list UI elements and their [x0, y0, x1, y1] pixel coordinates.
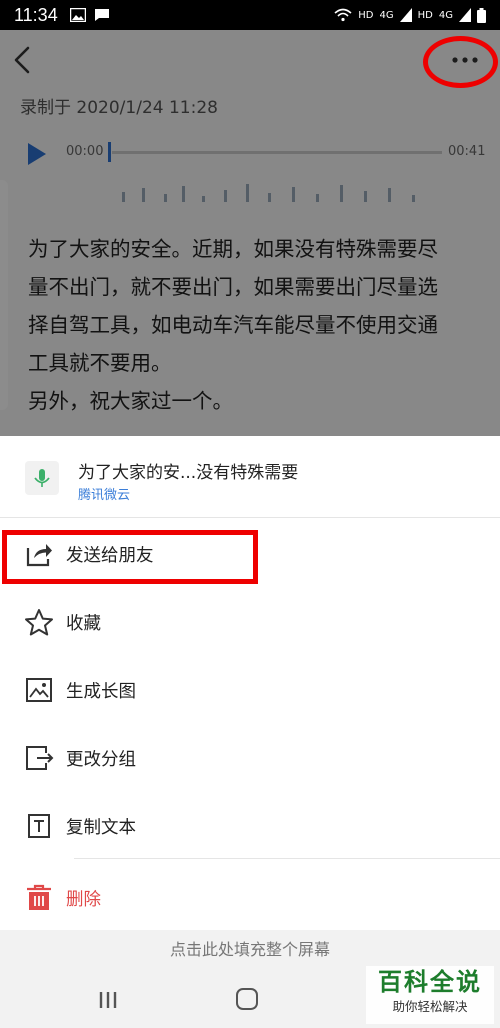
signal-icon-2: [459, 8, 471, 22]
message-icon: [94, 9, 109, 21]
move-group-icon: [26, 746, 54, 770]
microphone-icon: [34, 469, 50, 487]
watermark-subtitle: 助你轻松解决: [392, 999, 468, 1014]
menu-item-generate-long-image[interactable]: 生成长图: [0, 656, 500, 724]
status-bar: 11:34 HD 4G HD 4G: [0, 0, 500, 30]
status-time: 11:34: [14, 4, 58, 25]
audio-player[interactable]: 00:00 00:41: [20, 138, 490, 202]
text-icon: [28, 814, 50, 838]
note-line: 择自驾工具，如电动车汽车能尽量不使用交通: [28, 313, 438, 337]
recent-apps-icon[interactable]: [98, 990, 118, 1010]
hd-label-2: HD: [417, 9, 433, 21]
audio-current-time: 00:00: [66, 144, 104, 159]
trash-icon: [27, 884, 51, 910]
menu-item-label: 删除: [66, 890, 101, 910]
share-sheet: 为了大家的安...没有特殊需要 腾讯微云 发送给朋友 收藏 生成长图 更改分组 …: [0, 436, 500, 968]
menu-item-label: 生成长图: [66, 682, 136, 702]
menu-item-label: 复制文本: [66, 818, 136, 838]
network-label: 4G: [379, 9, 394, 21]
annotation-highlight-box: [2, 530, 258, 584]
annotation-circle: [423, 36, 498, 88]
note-body-text: 为了大家的安全。近期，如果没有特殊需要尽 量不出门，就不要出门，如果需要出门尽量…: [28, 230, 478, 420]
note-line: 量不出门，就不要出门，如果需要出门尽量选: [28, 275, 438, 299]
back-arrow-icon[interactable]: [10, 42, 38, 78]
battery-icon: [477, 7, 486, 23]
network-label-2: 4G: [438, 9, 453, 21]
menu-item-label: 更改分组: [66, 750, 136, 770]
watermark-logo: 百科全说 助你轻松解决: [366, 966, 494, 1024]
watermark-title: 百科全说: [378, 968, 482, 996]
share-sheet-source: 腾讯微云: [78, 488, 131, 503]
side-drawer-handle[interactable]: [0, 180, 8, 410]
fill-screen-bar[interactable]: 点击此处填充整个屏幕: [0, 930, 500, 970]
note-line: 工具就不要用。: [28, 351, 172, 375]
wifi-icon: [334, 8, 352, 22]
recorded-at-label: 录制于 2020/1/24 11:28: [20, 98, 218, 118]
play-icon[interactable]: [26, 142, 48, 166]
hd-label: HD: [358, 9, 374, 21]
gallery-icon: [69, 8, 86, 22]
note-detail-page: 录制于 2020/1/24 11:28 00:00 00:41 为了大家的安全。…: [0, 30, 500, 436]
status-system-icons: HD 4G HD 4G: [334, 7, 486, 23]
menu-divider: [74, 858, 500, 859]
audio-progress-track[interactable]: [112, 151, 442, 154]
share-sheet-header: 为了大家的安...没有特殊需要 腾讯微云: [0, 436, 500, 518]
image-icon: [26, 678, 52, 702]
status-notification-icons: [69, 8, 110, 22]
app-thumbnail: [25, 461, 59, 495]
audio-duration: 00:41: [448, 144, 486, 159]
menu-item-change-group[interactable]: 更改分组: [0, 724, 500, 792]
menu-item-delete[interactable]: 删除: [0, 864, 500, 932]
audio-progress-thumb[interactable]: [108, 142, 111, 162]
signal-icon: [399, 8, 412, 22]
home-button-icon[interactable]: [236, 988, 258, 1010]
audio-waveform: [122, 184, 415, 202]
share-sheet-title: 为了大家的安...没有特殊需要: [78, 463, 299, 483]
star-icon: [25, 609, 53, 636]
menu-item-label: 收藏: [66, 614, 101, 634]
menu-item-favorite[interactable]: 收藏: [0, 588, 500, 656]
note-line: 为了大家的安全。近期，如果没有特殊需要尽: [28, 237, 438, 261]
note-line: 另外，祝大家过一个。: [28, 389, 233, 413]
menu-item-copy-text[interactable]: 复制文本: [0, 792, 500, 860]
